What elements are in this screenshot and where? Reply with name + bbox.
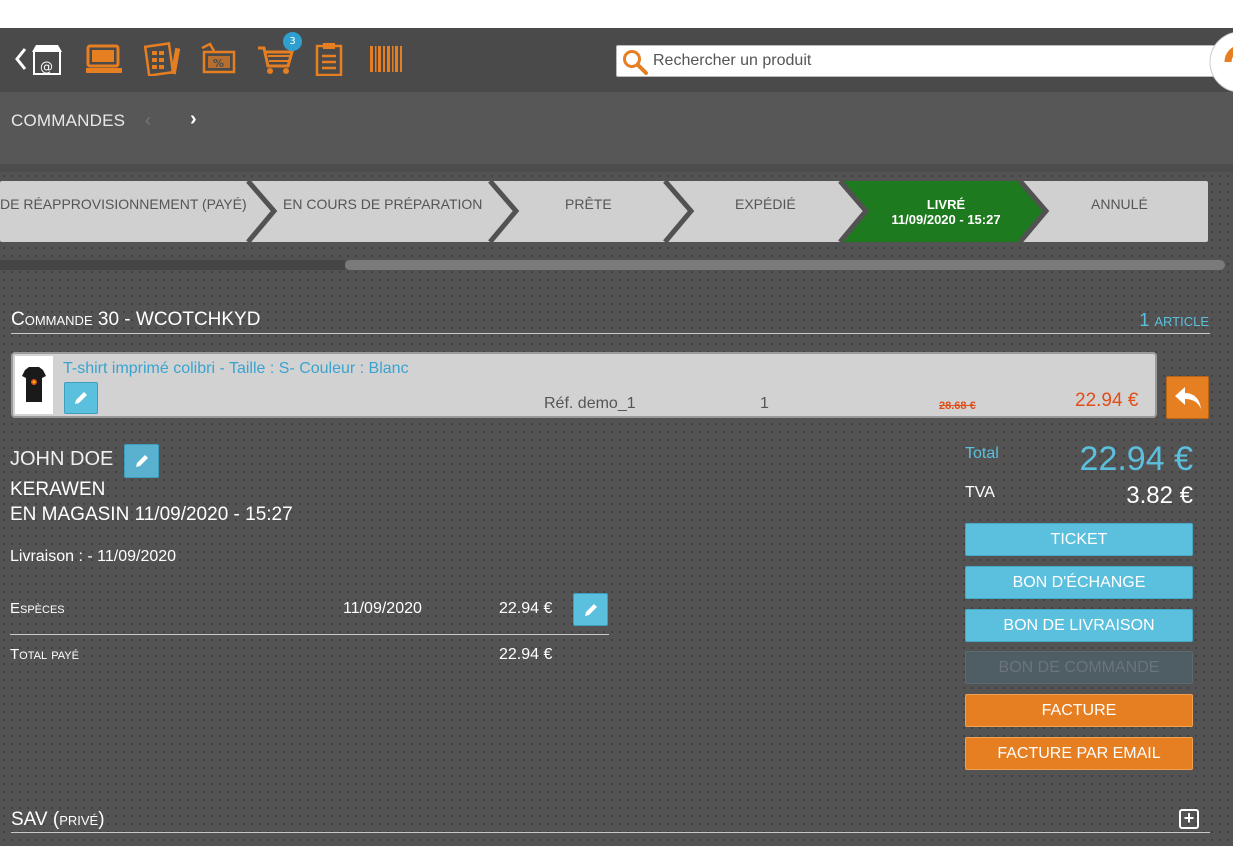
total-amount: 22.94 € xyxy=(1079,440,1193,478)
user-avatar-icon[interactable] xyxy=(1208,28,1233,92)
after-sales-title: SAV (privé) xyxy=(11,809,105,830)
step-restock[interactable]: DE RÉAPPROVISIONNEMENT (PAYÉ) xyxy=(0,196,247,212)
clipboard-icon[interactable] xyxy=(312,42,346,76)
order-status-steps xyxy=(0,181,1208,243)
divider xyxy=(10,634,609,635)
invoice-email-button[interactable]: FACTURE PAR EMAIL xyxy=(965,737,1193,770)
tva-label: TVA xyxy=(965,484,995,501)
app-window: @ % 3 Rechercher un produit COMMANDES ‹ … xyxy=(0,28,1233,846)
payment-amount: 22.94 € xyxy=(499,600,553,617)
pencil-icon xyxy=(135,455,148,467)
svg-text:%: % xyxy=(213,57,224,70)
exchange-voucher-button[interactable]: BON D'ÉCHANGE xyxy=(965,566,1193,599)
invoice-button[interactable]: FACTURE xyxy=(965,694,1193,727)
divider xyxy=(11,333,1210,334)
step-delivered-date: 11/09/2020 - 15:27 xyxy=(891,212,1001,227)
divider xyxy=(0,164,1233,172)
payment-date: 11/09/2020 xyxy=(343,600,422,617)
undo-arrow-icon xyxy=(1174,386,1201,409)
delivery-note-button[interactable]: BON DE LIVRAISON xyxy=(965,609,1193,642)
order-form-button: BON DE COMMANDE xyxy=(965,651,1193,684)
product-thumbnail xyxy=(15,356,53,414)
cart-count-badge: 3 xyxy=(283,32,302,51)
previous-order-button[interactable]: ‹ xyxy=(145,110,151,131)
step-cancelled[interactable]: ANNULÉ xyxy=(1091,196,1148,212)
divider xyxy=(11,832,1210,833)
calculator-icon[interactable] xyxy=(143,42,181,76)
original-price: 28.68 € xyxy=(939,400,976,412)
customer-name: JOHN DOE xyxy=(10,448,114,470)
step-delivered-label: LIVRÉ xyxy=(926,197,966,212)
search-icon xyxy=(623,50,648,75)
ticket-button[interactable]: TICKET xyxy=(965,523,1193,556)
top-toolbar: @ % 3 xyxy=(0,28,1233,92)
step-delivered[interactable]: LIVRÉ 11/09/2020 - 15:27 xyxy=(880,197,1012,227)
edit-customer-button[interactable] xyxy=(124,444,159,478)
tshirt-icon xyxy=(22,367,46,402)
tva-amount: 3.82 € xyxy=(1126,482,1193,509)
edit-payment-button[interactable] xyxy=(573,593,608,626)
commands-bar xyxy=(0,92,1233,164)
total-paid-amount: 22.94 € xyxy=(499,646,553,663)
product-search[interactable] xyxy=(616,45,1216,77)
page-title: COMMANDES xyxy=(11,111,126,130)
scrollbar-track xyxy=(0,260,345,270)
product-name[interactable]: T-shirt imprimé colibri - Taille : S- Co… xyxy=(63,360,409,378)
order-line-item: T-shirt imprimé colibri - Taille : S- Co… xyxy=(11,352,1157,418)
article-count[interactable]: 1 article xyxy=(1139,310,1209,331)
add-after-sales-button[interactable]: + xyxy=(1179,809,1199,829)
step-preparing[interactable]: EN COURS DE PRÉPARATION xyxy=(283,196,482,212)
step-shipped[interactable]: EXPÉDIÉ xyxy=(735,196,796,212)
delivery-info: Livraison : - 11/09/2020 xyxy=(10,548,177,565)
total-paid-label: Total payé xyxy=(10,646,79,663)
step-ready[interactable]: PRÊTE xyxy=(565,196,612,212)
svg-text:@: @ xyxy=(40,60,53,75)
order-title: Commande 30 - WCOTCHKYD xyxy=(11,309,261,330)
next-order-button[interactable]: › xyxy=(190,108,197,131)
discount-ticket-icon[interactable]: % xyxy=(198,42,238,76)
total-label: Total xyxy=(965,445,999,462)
item-price: 22.94 € xyxy=(1075,390,1139,411)
product-reference: Réf. demo_1 xyxy=(544,395,636,412)
product-quantity: 1 xyxy=(760,395,769,412)
payment-method: Espèces xyxy=(10,600,65,617)
back-store-icon[interactable]: @ xyxy=(14,42,64,76)
shop-order-date: EN MAGASIN 11/09/2020 - 15:27 xyxy=(10,504,293,525)
edit-item-button[interactable] xyxy=(64,382,98,414)
return-item-button[interactable] xyxy=(1166,376,1209,419)
shop-name: KERAWEN xyxy=(10,479,106,500)
pencil-icon xyxy=(75,392,87,404)
pos-terminal-icon[interactable] xyxy=(86,42,124,76)
horizontal-scrollbar[interactable] xyxy=(345,260,1225,270)
search-input[interactable] xyxy=(653,46,1193,76)
barcode-icon[interactable] xyxy=(368,42,404,76)
pencil-icon xyxy=(584,603,597,616)
